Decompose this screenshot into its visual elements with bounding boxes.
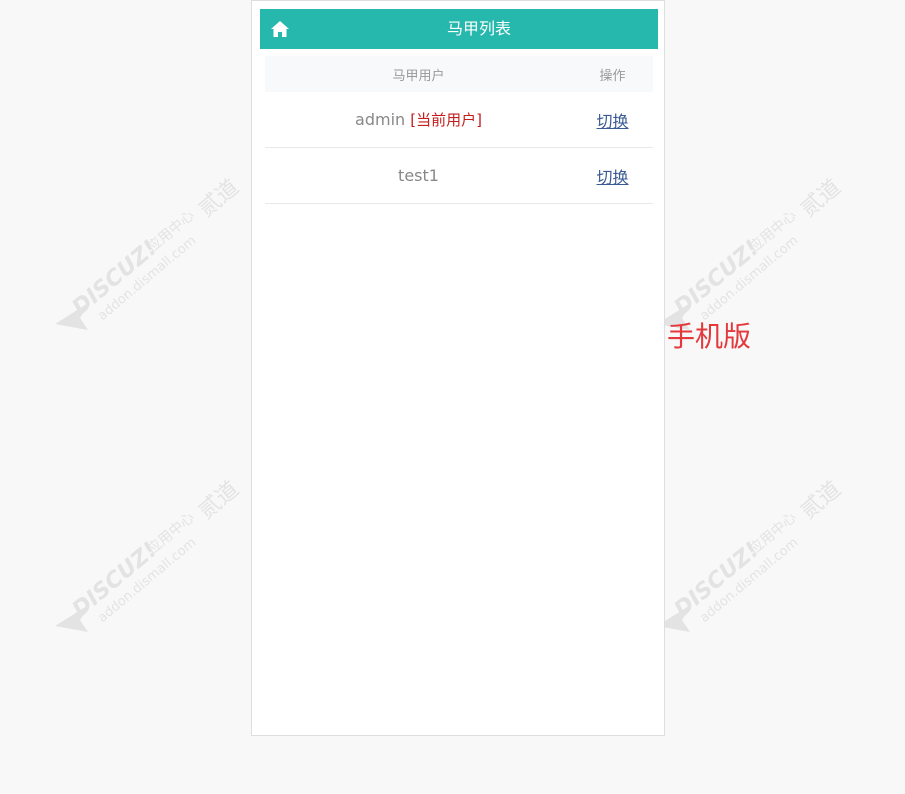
svg-text:addon.dismall.com: addon.dismall.com bbox=[697, 233, 801, 324]
column-header-user: 马甲用户 bbox=[265, 56, 572, 92]
svg-text:应用中心: 应用中心 bbox=[144, 207, 198, 256]
svg-text:贰道: 贰道 bbox=[194, 477, 244, 524]
svg-text:DISCUZ!: DISCUZ! bbox=[670, 236, 764, 321]
user-cell: admin [当前用户] bbox=[265, 92, 572, 148]
svg-text:addon.dismall.com: addon.dismall.com bbox=[95, 535, 199, 626]
username: test1 bbox=[398, 166, 439, 185]
page-header: 马甲列表 bbox=[260, 9, 658, 49]
svg-text:应用中心: 应用中心 bbox=[144, 509, 198, 558]
mobile-version-label: 手机版 bbox=[667, 320, 752, 353]
svg-text:贰道: 贰道 bbox=[796, 477, 846, 524]
svg-text:DISCUZ!: DISCUZ! bbox=[68, 538, 162, 623]
svg-text:addon.dismall.com: addon.dismall.com bbox=[95, 233, 199, 324]
svg-text:贰道: 贰道 bbox=[796, 175, 846, 222]
discuz-watermark: DISCUZ! 应用中心 addon.dismall.com 贰道 bbox=[657, 477, 846, 632]
svg-text:addon.dismall.com: addon.dismall.com bbox=[697, 535, 801, 626]
mobile-page: 马甲列表 马甲用户 操作 admin [当前用户] 切换 test1 切换 bbox=[251, 0, 665, 736]
discuz-watermark: DISCUZ! 应用中心 addon.dismall.com 贰道 bbox=[657, 175, 846, 330]
svg-text:应用中心: 应用中心 bbox=[746, 509, 800, 558]
table-header-row: 马甲用户 操作 bbox=[265, 56, 653, 92]
column-header-action: 操作 bbox=[572, 56, 653, 92]
switch-link[interactable]: 切换 bbox=[596, 168, 628, 187]
action-cell: 切换 bbox=[572, 147, 653, 204]
page-title: 马甲列表 bbox=[446, 19, 511, 38]
action-cell: 切换 bbox=[572, 92, 653, 148]
svg-text:DISCUZ!: DISCUZ! bbox=[670, 538, 764, 623]
username: admin bbox=[355, 110, 406, 129]
discuz-watermark: DISCUZ! 应用中心 addon.dismall.com 贰道 bbox=[55, 175, 244, 330]
user-cell: test1 bbox=[265, 147, 572, 204]
svg-text:DISCUZ!: DISCUZ! bbox=[68, 236, 162, 321]
table-row: test1 切换 bbox=[265, 147, 653, 204]
table-row: admin [当前用户] 切换 bbox=[265, 92, 653, 148]
svg-text:贰道: 贰道 bbox=[194, 175, 244, 222]
current-user-badge: [当前用户] bbox=[410, 111, 482, 129]
svg-text:应用中心: 应用中心 bbox=[746, 207, 800, 256]
switch-link[interactable]: 切换 bbox=[596, 112, 628, 131]
alt-account-table: 马甲用户 操作 admin [当前用户] 切换 test1 切换 bbox=[265, 56, 653, 204]
discuz-watermark: DISCUZ! 应用中心 addon.dismall.com 贰道 bbox=[55, 477, 244, 632]
